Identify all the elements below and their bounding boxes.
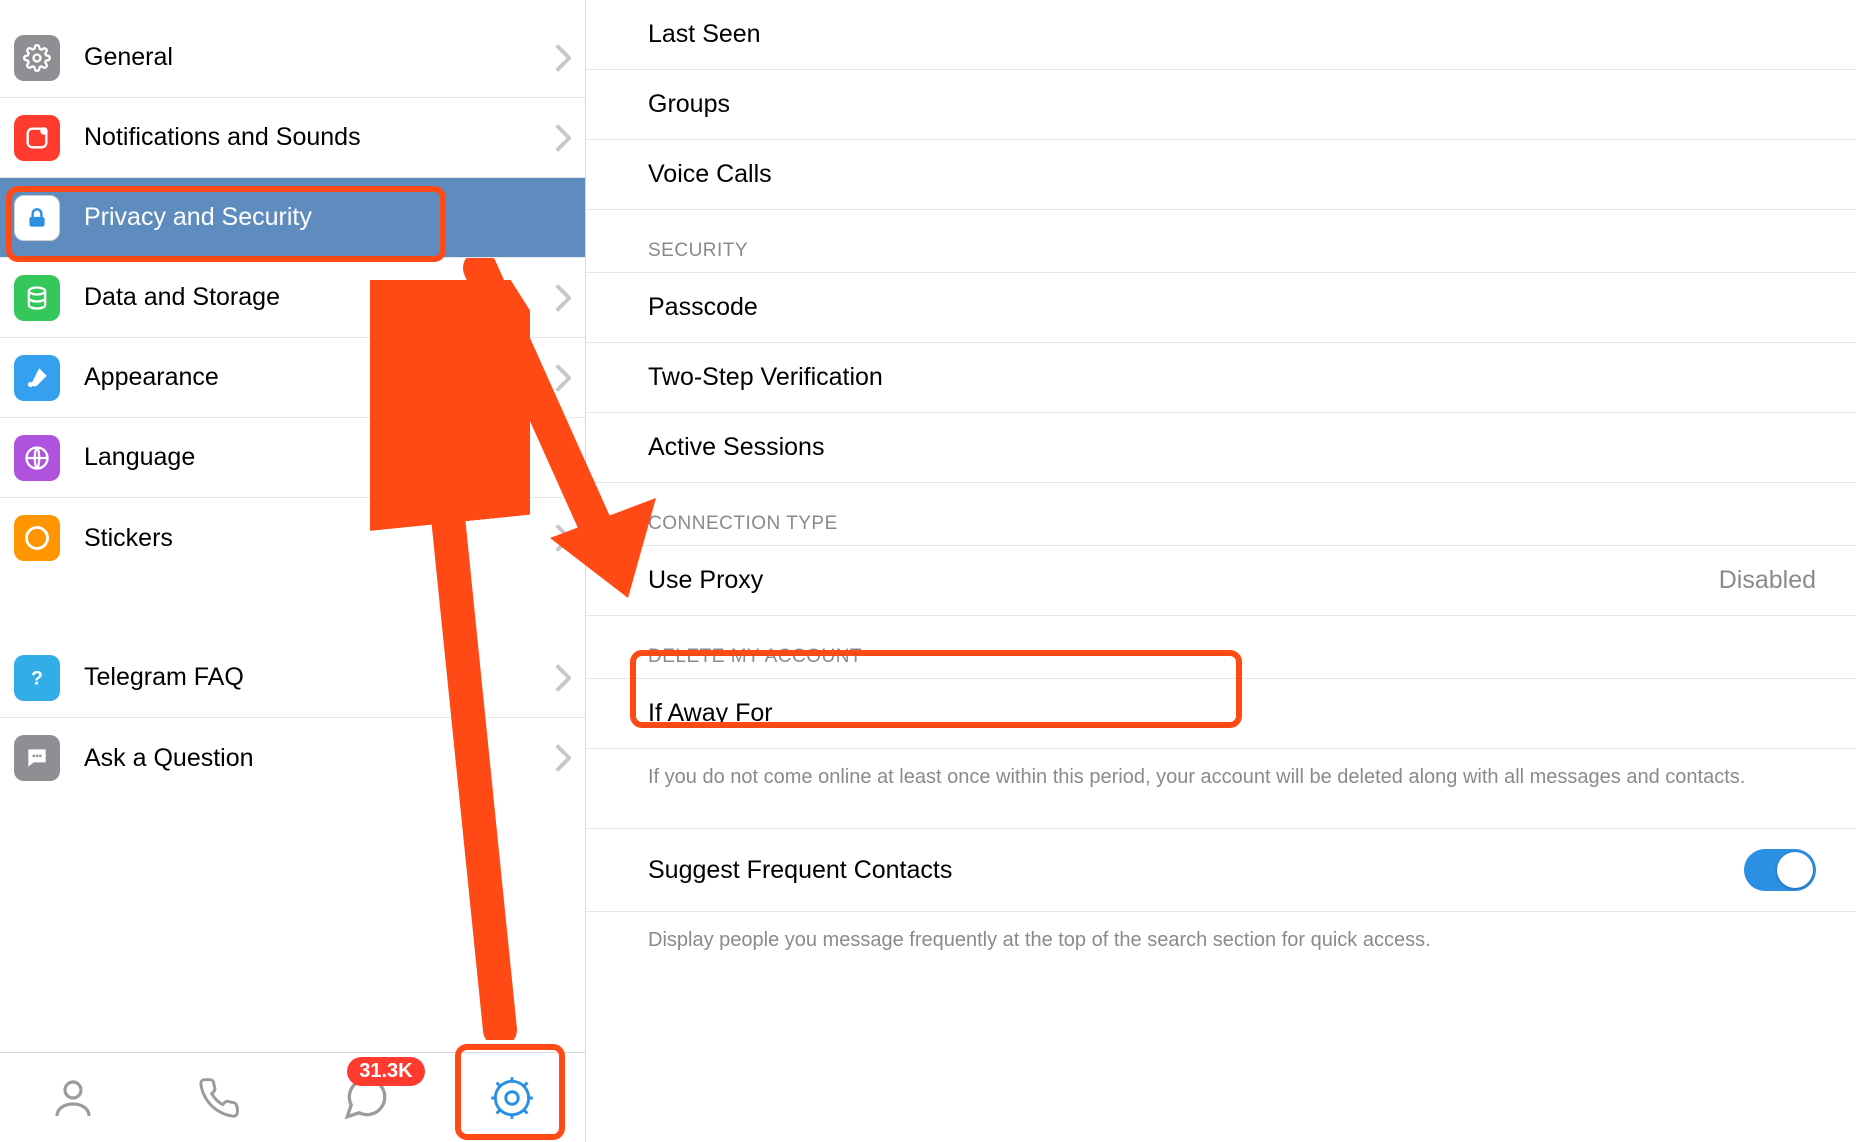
row-label: Passcode — [648, 293, 1816, 322]
sidebar-spacer — [0, 578, 585, 638]
settings-sidebar: General Notifications and Sounds Privacy… — [0, 0, 586, 1142]
row-label: Use Proxy — [648, 566, 1719, 595]
tab-chats[interactable]: 31.3K — [331, 1063, 401, 1133]
sidebar-item-label: Language — [84, 443, 555, 472]
sidebar-item-label: Appearance — [84, 363, 555, 392]
chat-icon — [14, 735, 60, 781]
sidebar-item-appearance[interactable]: Appearance — [0, 338, 585, 418]
row-label: Voice Calls — [648, 160, 1816, 189]
chevron-right-icon — [555, 744, 571, 772]
toggle-suggest-contacts[interactable] — [1744, 849, 1816, 891]
chevron-right-icon — [555, 284, 571, 312]
sidebar-item-faq[interactable]: ? Telegram FAQ — [0, 638, 585, 718]
sidebar-scroll: General Notifications and Sounds Privacy… — [0, 0, 585, 1052]
database-icon — [14, 275, 60, 321]
sidebar-item-label: Privacy and Security — [84, 203, 571, 232]
row-groups[interactable]: Groups — [586, 70, 1856, 140]
brush-icon — [14, 355, 60, 401]
row-label: Suggest Frequent Contacts — [648, 856, 1744, 885]
bottom-tab-bar: 31.3K — [0, 1052, 585, 1142]
sidebar-item-label: Ask a Question — [84, 744, 555, 773]
row-if-away-for[interactable]: If Away For — [586, 678, 1856, 749]
delete-account-note: If you do not come online at least once … — [586, 749, 1856, 792]
gear-icon — [14, 35, 60, 81]
sticker-icon — [14, 515, 60, 561]
section-header-connection: Connection Type — [586, 483, 1856, 545]
sidebar-item-ask-question[interactable]: Ask a Question — [0, 718, 585, 798]
sidebar-item-label: Telegram FAQ — [84, 663, 555, 692]
sidebar-item-label: Stickers — [84, 524, 555, 553]
tab-contacts[interactable] — [38, 1063, 108, 1133]
sidebar-item-label: General — [84, 43, 555, 72]
row-active-sessions[interactable]: Active Sessions — [586, 413, 1856, 483]
bell-icon — [14, 115, 60, 161]
row-label: Active Sessions — [648, 433, 1816, 462]
lock-icon — [14, 195, 60, 241]
row-label: Two-Step Verification — [648, 363, 1816, 392]
tab-calls[interactable] — [184, 1063, 254, 1133]
sidebar-item-stickers[interactable]: Stickers — [0, 498, 585, 578]
section-header-security: Security — [586, 210, 1856, 272]
section-header-delete: Delete My Account — [586, 616, 1856, 678]
svg-text:?: ? — [31, 667, 43, 689]
app-root: General Notifications and Sounds Privacy… — [0, 0, 1856, 1142]
chevron-right-icon — [555, 444, 571, 472]
sidebar-item-general[interactable]: General — [0, 18, 585, 98]
sidebar-item-data-storage[interactable]: Data and Storage — [0, 258, 585, 338]
tab-settings[interactable] — [477, 1063, 547, 1133]
row-suggest-frequent-contacts[interactable]: Suggest Frequent Contacts — [586, 828, 1856, 912]
settings-detail-panel: Last Seen Groups Voice Calls Security Pa… — [586, 0, 1856, 1142]
row-passcode[interactable]: Passcode — [586, 272, 1856, 343]
chevron-right-icon — [555, 524, 571, 552]
sidebar-item-privacy-security[interactable]: Privacy and Security — [0, 178, 585, 258]
sidebar-item-label: Data and Storage — [84, 283, 555, 312]
sidebar-item-notifications[interactable]: Notifications and Sounds — [0, 98, 585, 178]
suggest-contacts-note: Display people you message frequently at… — [586, 912, 1856, 955]
chevron-right-icon — [555, 664, 571, 692]
row-last-seen[interactable]: Last Seen — [586, 0, 1856, 70]
row-use-proxy[interactable]: Use Proxy Disabled — [586, 545, 1856, 616]
row-two-step[interactable]: Two-Step Verification — [586, 343, 1856, 413]
sidebar-item-label: Notifications and Sounds — [84, 123, 555, 152]
chevron-right-icon — [555, 124, 571, 152]
row-label: Groups — [648, 90, 1816, 119]
row-label: If Away For — [648, 699, 1816, 728]
globe-icon — [14, 435, 60, 481]
chevron-right-icon — [555, 44, 571, 72]
question-icon: ? — [14, 655, 60, 701]
row-voice-calls[interactable]: Voice Calls — [586, 140, 1856, 210]
row-value: Disabled — [1719, 566, 1816, 595]
sidebar-item-language[interactable]: Language — [0, 418, 585, 498]
unread-badge: 31.3K — [347, 1057, 424, 1086]
row-label: Last Seen — [648, 20, 1816, 49]
chevron-right-icon — [555, 364, 571, 392]
